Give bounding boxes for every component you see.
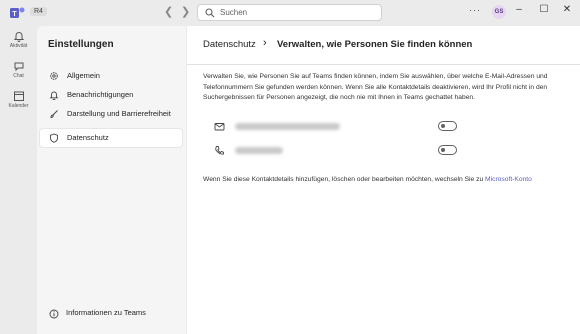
rail-label: Chat	[13, 73, 24, 79]
redacted-phone	[235, 147, 283, 154]
search-input[interactable]: Suchen	[197, 4, 382, 21]
brush-icon	[50, 110, 58, 118]
rail-label: Kalender	[8, 103, 29, 109]
page-header: Datenschutz › Verwalten, wie Personen Si…	[187, 26, 580, 65]
close-button[interactable]: ✕	[560, 4, 574, 15]
contact-row-phone	[214, 144, 457, 158]
back-arrow-icon[interactable]: ❮	[164, 5, 173, 18]
footer-note-text: Wenn Sie diese Kontaktdetails hinzufügen…	[203, 176, 486, 183]
app-rail: Aktivität Chat Kalender	[0, 26, 37, 334]
phone-visibility-toggle[interactable]	[438, 145, 457, 155]
chat-icon	[14, 62, 23, 72]
bell-icon	[13, 32, 24, 42]
menu-item-label: Benachrichtigungen	[67, 90, 134, 99]
rail-label: Aktivität	[9, 43, 28, 49]
rail-item-calendar[interactable]: Kalender	[0, 90, 37, 109]
minimize-button[interactable]: –	[512, 4, 526, 15]
toggle-knob	[441, 124, 445, 128]
settings-pane: Einstellungen Allgemein Benachrichtigung…	[37, 26, 186, 334]
rail-item-chat[interactable]: Chat	[0, 60, 37, 79]
description-text: Verwalten Sie, wie Personen Sie auf Team…	[203, 73, 548, 101]
menu-item-privacy[interactable]: Datenschutz	[40, 129, 182, 147]
redacted-email	[235, 123, 340, 130]
search-placeholder: Suchen	[220, 8, 248, 17]
menu-item-notifications[interactable]: Benachrichtigungen	[40, 86, 182, 104]
contact-row-email	[214, 120, 457, 134]
teams-logo-icon: T	[10, 7, 25, 18]
rail-item-activity[interactable]: Aktivität	[0, 30, 37, 49]
info-icon	[49, 309, 59, 319]
forward-arrow-icon[interactable]: ❯	[181, 5, 190, 18]
mail-icon	[214, 123, 225, 131]
svg-text:T: T	[12, 11, 17, 18]
ring-badge: R4	[30, 7, 47, 16]
menu-item-label: Allgemein	[67, 71, 100, 80]
toggle-knob	[441, 148, 445, 152]
shield-icon	[50, 133, 58, 143]
main-content: Datenschutz › Verwalten, wie Personen Si…	[187, 26, 580, 334]
breadcrumb-parent[interactable]: Datenschutz	[203, 39, 256, 50]
avatar[interactable]: GS	[492, 5, 506, 19]
menu-item-label: Darstellung und Barrierefreiheit	[67, 109, 171, 118]
microsoft-account-link[interactable]: Microsoft-Konto	[485, 176, 532, 183]
footer-note: Wenn Sie diese Kontaktdetails hinzufügen…	[203, 176, 532, 183]
bell-icon	[49, 91, 59, 100]
phone-icon	[215, 146, 224, 155]
maximize-button[interactable]: ☐	[537, 4, 551, 15]
menu-item-general[interactable]: Allgemein	[40, 67, 182, 85]
gear-icon	[50, 72, 58, 80]
calendar-icon	[13, 91, 24, 101]
settings-title: Einstellungen	[48, 39, 114, 50]
menu-item-appearance[interactable]: Darstellung und Barrierefreiheit	[40, 105, 182, 123]
more-options-button[interactable]: ···	[469, 5, 481, 15]
search-icon	[205, 8, 215, 18]
about-teams-link[interactable]: Informationen zu Teams	[66, 308, 146, 317]
email-visibility-toggle[interactable]	[438, 121, 457, 131]
menu-item-label: Datenschutz	[67, 133, 109, 142]
page-title: Verwalten, wie Personen Sie finden könne…	[277, 39, 473, 50]
title-bar: T R4 ❮ ❯ Suchen ··· GS – ☐ ✕	[0, 0, 580, 26]
breadcrumb-chevron-icon: ›	[263, 37, 267, 49]
